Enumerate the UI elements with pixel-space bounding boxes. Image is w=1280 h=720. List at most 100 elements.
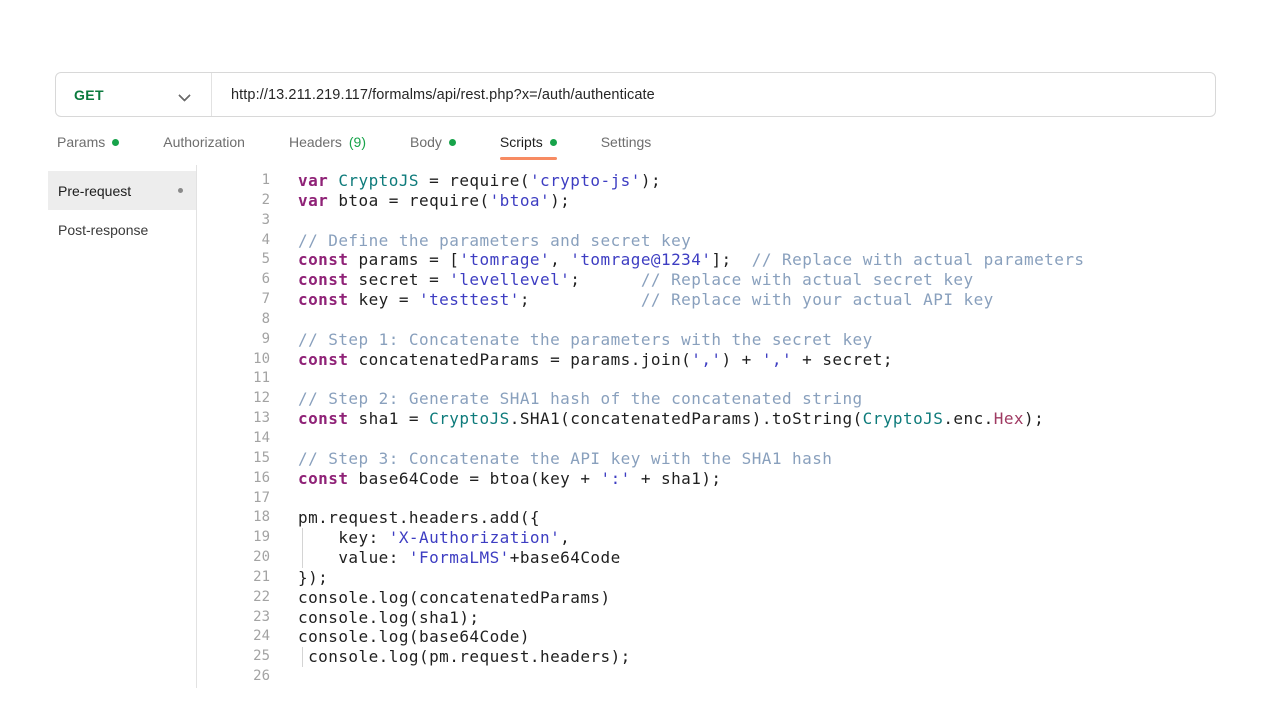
tab-label: Authorization [163,134,245,150]
sidebar-item-post-response[interactable]: Post-response [48,210,196,249]
tab-label: Scripts [500,134,543,150]
code-text[interactable]: }); [298,568,328,588]
line-number: 22 [196,588,270,608]
line-number: 6 [196,270,270,290]
code-line: 11 [196,369,1280,389]
code-line: 25 console.log(pm.request.headers); [196,647,1280,667]
chevron-down-icon[interactable] [180,90,189,99]
code-line: 2 var btoa = require('btoa'); [196,191,1280,211]
line-number: 9 [196,330,270,350]
line-number: 11 [196,369,270,389]
line-number: 25 [196,647,270,667]
code-line: 3 [196,211,1280,231]
tabs-bar: Params Authorization Headers (9) Body Scripts… [57,134,651,154]
code-text[interactable]: const secret = 'levellevel'; // Replace … [298,270,974,290]
code-line: 22 console.log(concatenatedParams) [196,588,1280,608]
code-text[interactable]: const sha1 = CryptoJS.SHA1(concatenatedP… [298,409,1044,429]
line-number: 14 [196,429,270,449]
code-text[interactable]: var CryptoJS = require('crypto-js'); [298,171,661,191]
tab-params[interactable]: Params [57,134,119,154]
line-number: 7 [196,290,270,310]
code-editor[interactable]: 1 var CryptoJS = require('crypto-js'); 2 va… [196,171,1280,680]
tab-label: Body [410,134,442,150]
line-number: 12 [196,389,270,409]
code-line: 21}); [196,568,1280,588]
line-number: 3 [196,211,270,231]
tab-scripts[interactable]: Scripts [500,134,557,154]
line-number: 16 [196,469,270,489]
code-text[interactable]: console.log(sha1); [298,608,480,628]
code-line: 14 [196,429,1280,449]
line-number: 18 [196,508,270,528]
code-text[interactable]: console.log(pm.request.headers); [298,647,631,667]
line-number: 2 [196,191,270,211]
method-select[interactable]: GET [56,73,212,116]
code-line: 7 const key = 'testtest'; // Replace with… [196,290,1280,310]
sidebar-item-label: Pre-request [58,183,131,199]
code-text[interactable]: const concatenatedParams = params.join('… [298,350,893,370]
code-line: 17 [196,489,1280,509]
code-text[interactable]: const base64Code = btoa(key + ':' + sha1… [298,469,722,489]
code-line: 8 [196,310,1280,330]
code-line: 23 console.log(sha1); [196,608,1280,628]
line-number: 24 [196,627,270,647]
code-text[interactable]: console.log(concatenatedParams) [298,588,611,608]
line-number: 23 [196,608,270,628]
line-number: 17 [196,489,270,509]
green-dot-icon [449,139,456,146]
method-label: GET [74,87,104,103]
line-number: 20 [196,548,270,568]
green-dot-icon [550,139,557,146]
code-line: 1 var CryptoJS = require('crypto-js'); [196,171,1280,191]
code-line: 4 // Define the parameters and secret key [196,231,1280,251]
tab-label: Params [57,134,105,150]
request-method-url-bar: GET http://13.211.219.117/formalms/api/r… [55,72,1216,117]
url-input[interactable]: http://13.211.219.117/formalms/api/rest.… [231,87,1215,103]
line-number: 26 [196,667,270,680]
code-text[interactable]: pm.request.headers.add({ [298,508,540,528]
script-sidebar: Pre-request Post-response [48,171,196,249]
code-text[interactable]: key: 'X-Authorization', [298,528,570,548]
tab-count-badge: (9) [349,134,366,150]
line-number: 15 [196,449,270,469]
code-line: 5 const params = ['tomrage', 'tomrage@123… [196,250,1280,270]
sidebar-item-label: Post-response [58,222,148,238]
code-line: 18 pm.request.headers.add({ [196,508,1280,528]
code-line: 16 const base64Code = btoa(key + ':' + sh… [196,469,1280,489]
line-number: 13 [196,409,270,429]
line-number: 4 [196,231,270,251]
code-line: 12 // Step 2: Generate SHA1 hash of the c… [196,389,1280,409]
tab-authorization[interactable]: Authorization [163,134,245,154]
line-number: 5 [196,250,270,270]
unsaved-dot-icon [178,188,183,193]
code-text[interactable]: // Step 1: Concatenate the parameters wi… [298,330,873,350]
tab-settings[interactable]: Settings [601,134,652,154]
line-number: 1 [196,171,270,191]
code-line: 15 // Step 3: Concatenate the API key wit… [196,449,1280,469]
code-line: 19 key: 'X-Authorization', [196,528,1280,548]
code-line: 6 const secret = 'levellevel'; // Replace… [196,270,1280,290]
code-line: 10 const concatenatedParams = params.join… [196,350,1280,370]
code-text[interactable]: var btoa = require('btoa'); [298,191,570,211]
code-line: 20 value: 'FormaLMS'+base64Code [196,548,1280,568]
sidebar-item-pre-request[interactable]: Pre-request [48,171,196,210]
code-line: 13 const sha1 = CryptoJS.SHA1(concatenate… [196,409,1280,429]
line-number: 10 [196,350,270,370]
tab-headers[interactable]: Headers (9) [289,134,366,154]
tab-body[interactable]: Body [410,134,456,154]
code-line: 9 // Step 1: Concatenate the parameters w… [196,330,1280,350]
code-text[interactable]: // Step 3: Concatenate the API key with … [298,449,832,469]
code-text[interactable]: value: 'FormaLMS'+base64Code [298,548,621,568]
line-number: 8 [196,310,270,330]
line-number: 21 [196,568,270,588]
tab-label: Settings [601,134,652,150]
code-text[interactable]: // Define the parameters and secret key [298,231,691,251]
code-text[interactable]: console.log(base64Code) [298,627,530,647]
tab-label: Headers [289,134,342,150]
code-line: 24 console.log(base64Code) [196,627,1280,647]
code-text[interactable]: const key = 'testtest'; // Replace with … [298,290,994,310]
code-text[interactable]: // Step 2: Generate SHA1 hash of the con… [298,389,863,409]
line-number: 19 [196,528,270,548]
code-line: 26 [196,667,1280,680]
code-text[interactable]: const params = ['tomrage', 'tomrage@1234… [298,250,1085,270]
